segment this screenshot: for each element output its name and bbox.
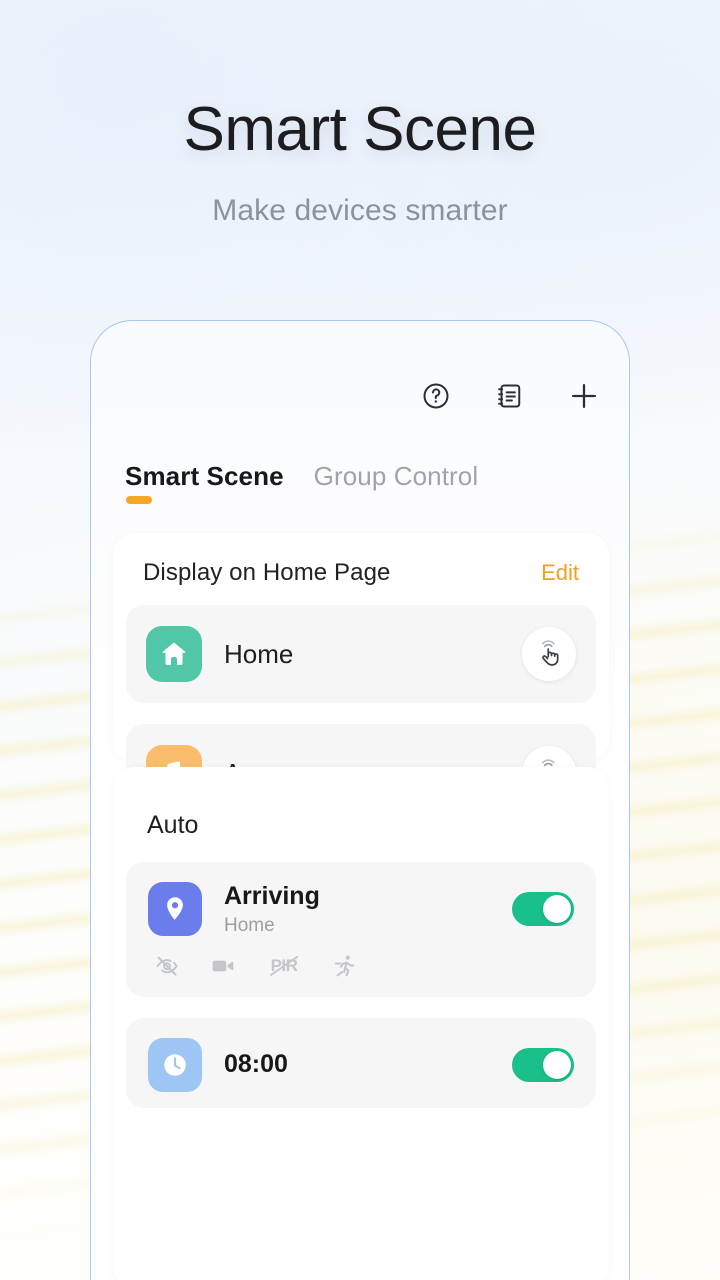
tab-smart-scene-label: Smart Scene <box>125 461 284 491</box>
automation-name-arriving: Arriving <box>224 882 320 910</box>
toggle-knob <box>543 895 571 924</box>
automation-main-0800: 08:00 <box>148 1037 574 1092</box>
clock-icon <box>148 1037 202 1092</box>
automation-row-arriving[interactable]: Arriving Home PIR <box>126 862 596 997</box>
motion-running-icon <box>330 951 360 981</box>
automation-text-0800: 08:00 <box>224 1050 288 1079</box>
page-subtitle: Make devices smarter <box>212 194 508 228</box>
home-card-header: Display on Home Page Edit <box>113 533 609 591</box>
home-card-title: Display on Home Page <box>143 559 391 586</box>
automation-toggle-arriving[interactable] <box>512 892 574 927</box>
pir-off-icon: PIR <box>264 951 304 981</box>
automation-subtitle-arriving: Home <box>224 914 275 936</box>
tab-group-control-label: Group Control <box>313 461 479 491</box>
log-icon[interactable] <box>489 375 531 417</box>
video-camera-icon <box>208 951 238 981</box>
automation-row-0800[interactable]: 08:00 <box>126 1017 596 1108</box>
page-title: Smart Scene <box>183 95 537 164</box>
automation-text-arriving: Arriving Home <box>224 882 320 937</box>
phone-mockup: Smart Scene Group Control Display on Hom… <box>90 320 630 1280</box>
scene-name-home: Home <box>224 638 294 669</box>
edit-button[interactable]: Edit <box>541 560 579 586</box>
automation-toggle-0800[interactable] <box>512 1047 574 1082</box>
plus-icon[interactable] <box>563 375 605 417</box>
automation-list: Arriving Home PIR 08:00 <box>113 840 609 1108</box>
tab-smart-scene[interactable]: Smart Scene <box>125 461 284 506</box>
tab-active-indicator <box>126 496 152 504</box>
toggle-knob <box>543 1050 571 1079</box>
house-icon <box>146 626 202 682</box>
eye-off-icon <box>152 951 182 981</box>
tap-icon[interactable] <box>522 627 576 681</box>
hero-section: Smart Scene Make devices smarter <box>0 95 720 228</box>
automation-condition-icons: PIR <box>148 951 574 981</box>
display-on-home-page-card: Display on Home Page Edit Home <box>113 533 609 941</box>
location-pin-icon <box>148 882 202 937</box>
help-icon[interactable] <box>415 375 457 417</box>
scene-row-home[interactable]: Home <box>126 605 596 703</box>
scene-tabs: Smart Scene Group Control <box>125 461 609 506</box>
automation-name-0800: 08:00 <box>224 1050 288 1079</box>
automation-main-arriving: Arriving Home <box>148 882 574 937</box>
auto-card: Auto Arriving Home PIR 08:00 <box>113 767 609 1280</box>
app-action-bar <box>415 375 605 417</box>
tab-group-control[interactable]: Group Control <box>314 461 479 506</box>
auto-section-title: Auto <box>147 811 199 839</box>
